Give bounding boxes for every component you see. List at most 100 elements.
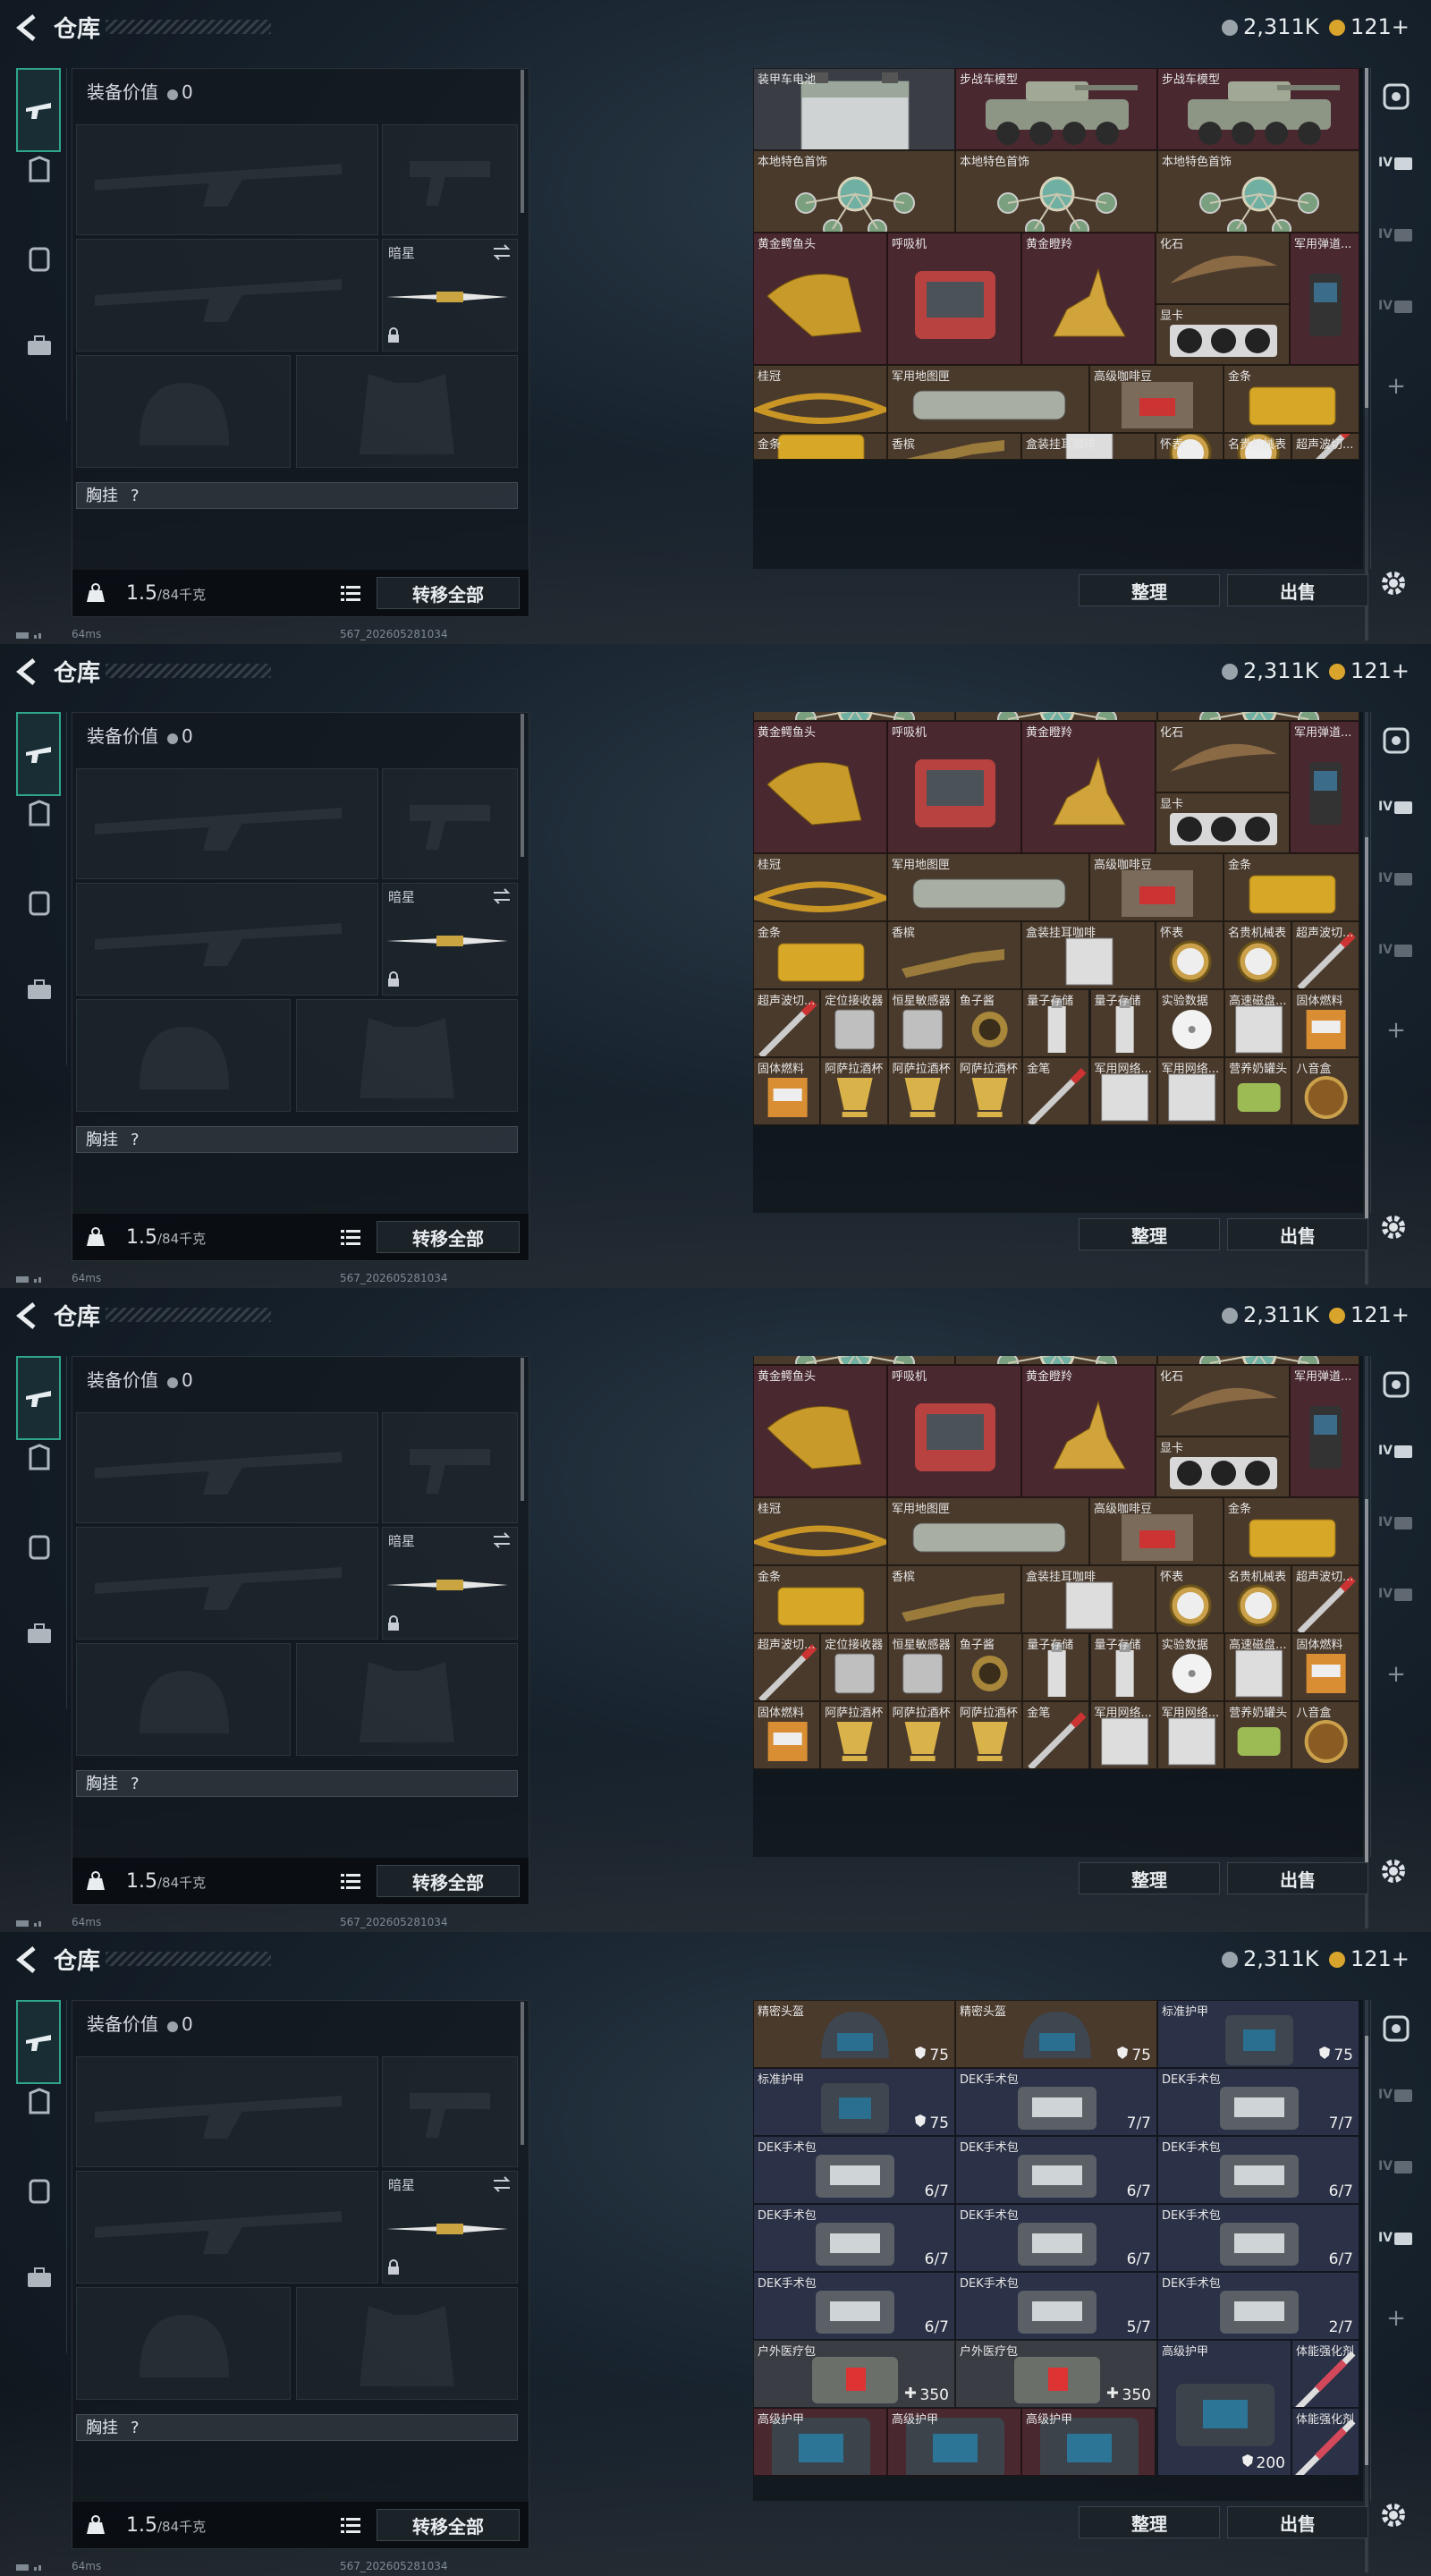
item-cell[interactable] <box>1157 1356 1359 1365</box>
item-cell[interactable]: 高速磁盘... <box>1224 1633 1292 1701</box>
primary-weapon-slot[interactable] <box>76 124 378 235</box>
item-cell[interactable]: 军用弹道... <box>1290 1365 1359 1497</box>
sidebar-tab-backpack[interactable] <box>18 882 61 925</box>
pistol-slot[interactable] <box>382 124 518 235</box>
item-cell[interactable]: 阿萨拉酒杯 <box>887 1057 955 1125</box>
armor-slot[interactable] <box>296 2287 518 2400</box>
item-cell[interactable]: 阿萨拉酒杯 <box>820 1701 888 1769</box>
melee-slot[interactable]: 暗星 <box>382 1527 518 1640</box>
secondary-weapon-slot[interactable] <box>76 883 378 996</box>
list-icon[interactable] <box>341 2516 360 2538</box>
transfer-all-button[interactable]: 转移全部 <box>377 1221 520 1253</box>
item-cell[interactable]: 军用网络... <box>1089 1701 1157 1769</box>
sell-button[interactable]: 出售 <box>1227 1218 1368 1250</box>
sidebar-tab-weapon[interactable] <box>16 1356 61 1440</box>
back-button[interactable] <box>13 1301 39 1331</box>
sidebar-tab-armor[interactable] <box>18 2082 61 2125</box>
item-cell[interactable]: 恒星敏感器 <box>887 989 955 1057</box>
item-cell[interactable]: 军用网络... <box>1156 1057 1225 1125</box>
item-cell[interactable] <box>1157 712 1359 721</box>
item-cell[interactable]: 高级咖啡豆 <box>1089 853 1224 921</box>
silver-currency[interactable]: 2,311K <box>1222 1946 1318 1971</box>
pistol-slot[interactable] <box>382 2056 518 2167</box>
item-cell[interactable]: 香槟 <box>887 921 1021 989</box>
item-cell[interactable]: 户外医疗包 350 <box>753 2340 955 2408</box>
item-cell[interactable]: 实验数据 <box>1156 1633 1225 1701</box>
storage-tab-3[interactable]: IV <box>1376 1574 1416 1614</box>
item-cell[interactable]: 超声波切... <box>753 989 821 1057</box>
melee-slot[interactable]: 暗星 <box>382 883 518 996</box>
item-cell[interactable]: DEK手术包 6/7 <box>753 2272 955 2340</box>
item-cell[interactable]: 固体燃料 <box>1291 1633 1359 1701</box>
sidebar-tab-armor[interactable] <box>18 150 61 193</box>
item-cell[interactable]: 步战车模型 <box>955 68 1157 150</box>
helmet-slot[interactable] <box>76 1643 291 1756</box>
back-button[interactable] <box>13 1945 39 1975</box>
primary-weapon-slot[interactable] <box>76 768 378 879</box>
sidebar-tab-briefcase[interactable] <box>18 2258 61 2301</box>
item-cell[interactable]: DEK手术包 6/7 <box>955 2136 1157 2204</box>
item-cell[interactable]: 八音盒 <box>1291 1057 1359 1125</box>
item-cell[interactable]: 实验数据 <box>1156 989 1225 1057</box>
item-cell[interactable]: 呼吸机 <box>887 1365 1021 1497</box>
item-cell[interactable]: 金笔 <box>1022 1701 1090 1769</box>
add-tab-button[interactable]: + <box>1376 367 1416 406</box>
storage-scrollbar[interactable] <box>1365 68 1368 640</box>
sidebar-tab-briefcase[interactable] <box>18 970 61 1013</box>
item-cell[interactable]: 金条 <box>753 921 887 989</box>
item-cell[interactable]: 名贵机械表 <box>1224 433 1291 460</box>
item-cell[interactable]: 鱼子酱 <box>954 989 1023 1057</box>
melee-slot[interactable]: 暗星 <box>382 239 518 352</box>
equipment-scrollbar[interactable] <box>521 2002 524 2145</box>
list-icon[interactable] <box>341 584 360 606</box>
item-cell[interactable]: DEK手术包 6/7 <box>1157 2136 1359 2204</box>
item-cell[interactable]: 体能强化剂 <box>1291 2408 1359 2476</box>
item-cell[interactable]: 化石 <box>1156 1365 1290 1436</box>
item-cell[interactable]: 军用地图匣 <box>887 1497 1089 1565</box>
armor-slot[interactable] <box>296 355 518 468</box>
gold-currency[interactable]: 121+ <box>1329 1302 1410 1327</box>
primary-weapon-slot[interactable] <box>76 2056 378 2167</box>
item-cell[interactable]: 超声波切... <box>1291 1565 1359 1633</box>
item-cell[interactable]: 军用弹道... <box>1290 233 1359 365</box>
primary-weapon-slot[interactable] <box>76 1412 378 1523</box>
item-cell[interactable]: DEK手术包 6/7 <box>753 2204 955 2272</box>
armor-slot[interactable] <box>296 999 518 1112</box>
item-cell[interactable]: 盒装挂耳咖啡 <box>1021 1565 1156 1633</box>
item-cell[interactable]: DEK手术包 6/7 <box>955 2204 1157 2272</box>
item-cell[interactable]: 超声波切... <box>1291 433 1359 460</box>
storage-tab-1[interactable]: IV <box>1376 787 1416 826</box>
sell-button[interactable]: 出售 <box>1227 574 1368 606</box>
item-cell[interactable]: 本地特色首饰 <box>1157 150 1359 233</box>
storage-scroll-thumb[interactable] <box>1365 68 1368 408</box>
pistol-slot[interactable] <box>382 1412 518 1523</box>
gold-currency[interactable]: 121+ <box>1329 658 1410 683</box>
item-cell[interactable] <box>753 712 955 721</box>
item-cell[interactable]: 显卡 <box>1156 1436 1290 1497</box>
item-cell[interactable]: 鱼子酱 <box>954 1633 1023 1701</box>
chest-rig-slot[interactable]: 胸挂? <box>76 1126 518 1153</box>
swap-icon[interactable] <box>492 2175 512 2197</box>
item-cell[interactable]: 阿萨拉酒杯 <box>887 1701 955 1769</box>
secondary-weapon-slot[interactable] <box>76 1527 378 1640</box>
item-cell[interactable]: 体能强化剂 <box>1291 2340 1359 2408</box>
swap-icon[interactable] <box>492 243 512 265</box>
item-cell[interactable]: 固体燃料 <box>1291 989 1359 1057</box>
storage-scrollbar[interactable] <box>1365 712 1368 1284</box>
chest-rig-slot[interactable]: 胸挂? <box>76 1770 518 1797</box>
item-cell[interactable]: 精密头盔 75 <box>955 2000 1157 2068</box>
item-cell[interactable]: 金笔 <box>1022 1057 1090 1125</box>
item-cell[interactable]: 营养奶罐头 <box>1224 1701 1292 1769</box>
safe-box-tab[interactable] <box>1376 77 1416 116</box>
item-cell[interactable]: 装甲车电池 <box>753 68 955 150</box>
safe-box-tab[interactable] <box>1376 721 1416 760</box>
item-cell[interactable]: 金条 <box>1224 1497 1359 1565</box>
settings-button[interactable] <box>1379 1857 1408 1885</box>
item-cell[interactable]: 阿萨拉酒杯 <box>954 1701 1023 1769</box>
item-cell[interactable]: 八音盒 <box>1291 1701 1359 1769</box>
item-cell[interactable]: 金条 <box>753 433 887 460</box>
sort-button[interactable]: 整理 <box>1079 1218 1220 1250</box>
item-cell[interactable]: 高级护甲 <box>887 2408 1021 2476</box>
secondary-weapon-slot[interactable] <box>76 2171 378 2284</box>
item-cell[interactable]: DEK手术包 2/7 <box>1157 2272 1359 2340</box>
